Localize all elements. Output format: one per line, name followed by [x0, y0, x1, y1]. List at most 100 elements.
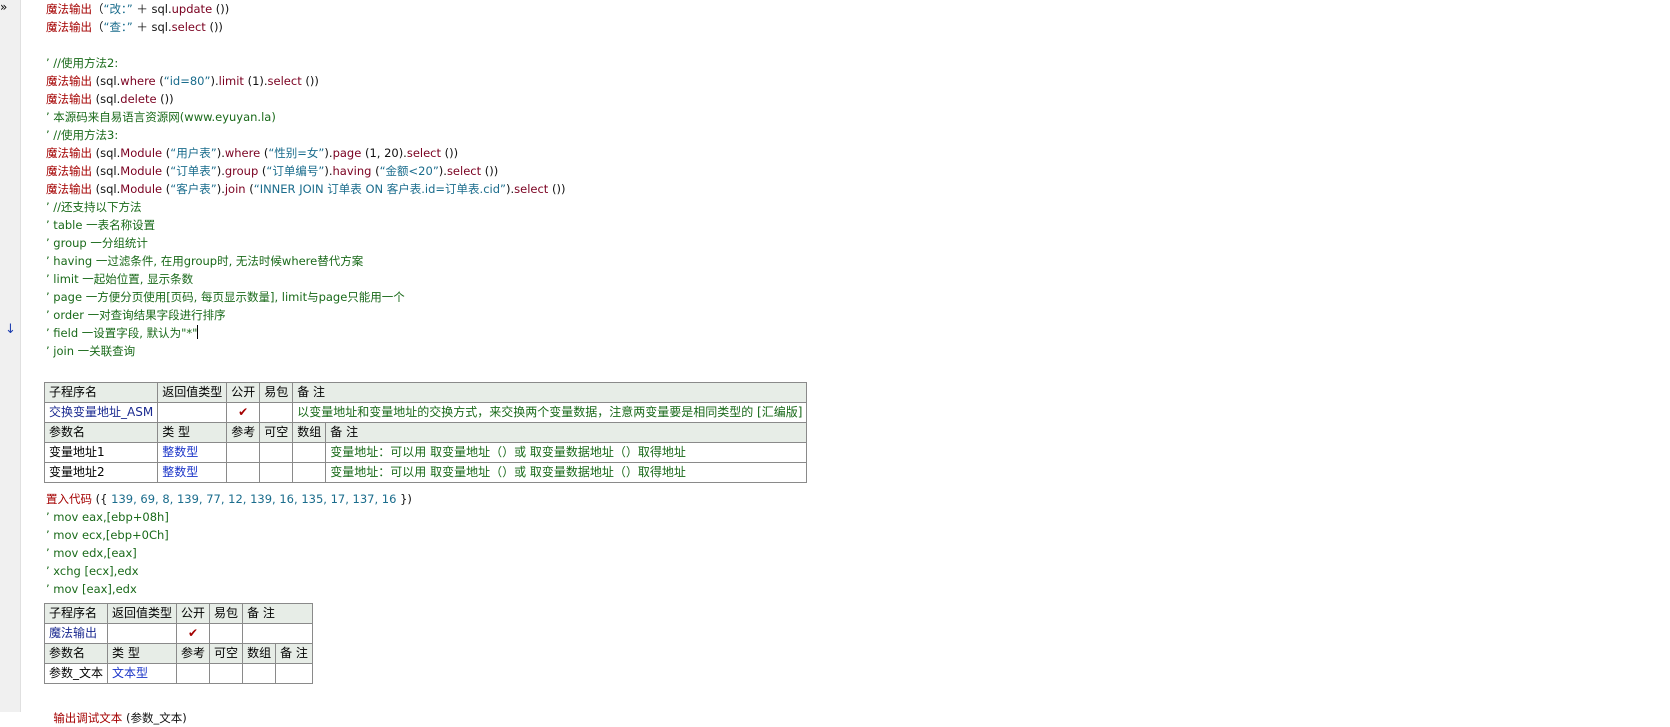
col-param-remark: 备 注 [275, 643, 313, 664]
code-line[interactable]: ’ table 一表名称设置 [46, 216, 1646, 234]
param-name[interactable]: 变量地址1 [43, 442, 159, 463]
remark-cell[interactable]: 以变量地址和变量地址的交换方式，来交换两个变量数据，注意两变量要是相同类型的 [… [292, 402, 808, 423]
checkmark-icon[interactable]: ✔ [226, 402, 261, 423]
code-line[interactable]: ’ 本源码来自易语言资源网(www.eyuyan.la) [46, 108, 1646, 126]
return-type-cell[interactable] [107, 623, 178, 644]
code-token: limit [218, 74, 244, 88]
col-param-type: 类 型 [107, 643, 178, 664]
subroutine-name[interactable]: 交换变量地址_ASM [43, 402, 159, 423]
code-line[interactable]: 魔法输出（“查：” ＋ sql.select ()) [46, 18, 1646, 36]
col-param-name: 参数名 [43, 422, 159, 443]
param-ref[interactable] [176, 663, 211, 684]
code-editor-top[interactable]: 魔法输出（“改：” ＋ sql.update ()) 魔法输出（“查：” ＋ sq… [46, 0, 1646, 360]
code-line[interactable]: 魔法输出 (sql.where (“id=80”).limit (1).sele… [46, 72, 1646, 90]
col-public: 公开 [226, 382, 261, 403]
code-token: ’ //还支持以下方法 [46, 200, 142, 214]
code-token: select [446, 164, 482, 178]
param-type[interactable]: 整数型 [157, 442, 228, 463]
param-type[interactable]: 文本型 [107, 663, 178, 684]
code-token: “id=80” [163, 74, 211, 88]
code-line[interactable]: ’ //还支持以下方法 [46, 198, 1646, 216]
code-token: ()) [441, 146, 459, 160]
code-line[interactable]: 魔法输出 (sql.Module (“用户表”).where (“性别=女”).… [46, 144, 1646, 162]
code-line[interactable]: ’ page 一方便分页使用[页码, 每页显示数量], limit与page只能… [46, 288, 1646, 306]
code-line[interactable]: ’ field 一设置字段, 默认为"*" [46, 324, 1646, 342]
down-arrow-icon: ↓ [5, 322, 16, 337]
code-token: ’ group 一分组统计 [46, 236, 148, 250]
param-array[interactable] [292, 462, 327, 483]
code-line-debug-output[interactable]: 输出调试文本 (参数_文本) [46, 691, 186, 725]
code-token: ’ //使用方法3: [46, 128, 119, 142]
code-editor-asm[interactable]: 置入代码 ({ 139, 69, 8, 139, 77, 12, 139, 16… [46, 490, 412, 598]
param-array[interactable] [242, 663, 277, 684]
editor-gutter[interactable]: ↓ [0, 0, 21, 712]
code-token: update [171, 2, 213, 16]
code-token: (sql. [92, 74, 121, 88]
code-line[interactable]: 置入代码 ({ 139, 69, 8, 139, 77, 12, 139, 16… [46, 490, 412, 508]
param-remark[interactable]: 变量地址：可以用 取变量地址（）或 取变量数据地址（）取得地址 [325, 442, 808, 463]
pkg-cell[interactable] [209, 623, 244, 644]
table-row[interactable]: 变量地址1 整数型 变量地址：可以用 取变量地址（）或 取变量数据地址（）取得地… [43, 442, 808, 463]
remark-cell[interactable] [242, 623, 313, 644]
code-token: select [171, 20, 206, 34]
code-token: “性别=女” [268, 146, 325, 160]
pkg-cell[interactable] [259, 402, 294, 423]
return-type-cell[interactable] [157, 402, 228, 423]
param-type[interactable]: 整数型 [157, 462, 228, 483]
code-token: ’ having 一过滤条件, 在用group时, 无法时候where替代方案 [46, 254, 364, 268]
param-name[interactable]: 参数_文本 [43, 663, 109, 684]
code-token: Module [120, 182, 163, 196]
code-token: ()) [205, 20, 223, 34]
code-token: “订单编号” [266, 164, 325, 178]
col-param-type: 类 型 [157, 422, 228, 443]
col-param-name: 参数名 [43, 643, 109, 664]
param-array[interactable] [292, 442, 327, 463]
col-sub-name: 子程序名 [43, 603, 109, 624]
param-remark[interactable] [275, 663, 313, 684]
col-pkg: 易包 [259, 382, 294, 403]
param-remark[interactable]: 变量地址：可以用 取变量地址（）或 取变量数据地址（）取得地址 [325, 462, 808, 483]
code-line[interactable]: ’ limit 一起始位置, 显示条数 [46, 270, 1646, 288]
code-line[interactable]: 魔法输出（“改：” ＋ sql.update ()) [46, 0, 1646, 18]
param-name[interactable]: 变量地址2 [43, 462, 159, 483]
code-token: where [224, 146, 261, 160]
code-token: ’ field 一设置字段, 默认为"*" [46, 326, 198, 340]
code-token: ()) [481, 164, 499, 178]
code-line[interactable]: ’ having 一过滤条件, 在用group时, 无法时候where替代方案 [46, 252, 1646, 270]
param-nullable[interactable] [209, 663, 244, 684]
code-token: ( [155, 74, 164, 88]
param-nullable[interactable] [259, 462, 294, 483]
command-name: 输出调试文本 [53, 711, 123, 725]
table-header-row: 子程序名 返回值类型 公开 易包 备 注 [43, 382, 808, 403]
code-line[interactable]: ’ join 一关联查询 [46, 342, 1646, 360]
code-line[interactable]: 魔法输出 (sql.Module (“订单表”).group (“订单编号”).… [46, 162, 1646, 180]
col-return-type: 返回值类型 [157, 382, 228, 403]
param-ref[interactable] [226, 462, 261, 483]
table-row[interactable]: 交换变量地址_ASM ✔ 以变量地址和变量地址的交换方式，来交换两个变量数据，注… [43, 402, 808, 423]
code-line[interactable]: ’ group 一分组统计 [46, 234, 1646, 252]
code-token: join [224, 182, 246, 196]
code-line[interactable]: ’ mov [eax],edx [46, 580, 412, 598]
table-row[interactable]: 参数_文本 文本型 [43, 663, 313, 684]
code-line[interactable]: 魔法输出 (sql.Module (“客户表”).join (“INNER JO… [46, 180, 1646, 198]
code-line[interactable]: ’ mov edx,[eax] [46, 544, 412, 562]
code-token: ). [505, 182, 515, 196]
code-token: (1, 20). [361, 146, 407, 160]
code-line[interactable]: ’ xchg [ecx],edx [46, 562, 412, 580]
code-token: (sql. [92, 164, 121, 178]
table-row[interactable]: 变量地址2 整数型 变量地址：可以用 取变量地址（）或 取变量数据地址（）取得地… [43, 462, 808, 483]
table-row[interactable]: 魔法输出 ✔ [43, 623, 313, 644]
code-line[interactable]: 魔法输出 (sql.delete ()) [46, 90, 1646, 108]
checkmark-icon[interactable]: ✔ [176, 623, 211, 644]
code-token: 魔法输出 [46, 182, 92, 196]
code-line[interactable] [46, 36, 1646, 54]
code-line[interactable]: ’ mov ecx,[ebp+0Ch] [46, 526, 412, 544]
code-line[interactable]: ’ order 一对查询结果字段进行排序 [46, 306, 1646, 324]
code-line[interactable]: ’ //使用方法2: [46, 54, 1646, 72]
code-line[interactable]: ’ mov eax,[ebp+08h] [46, 508, 412, 526]
param-ref[interactable] [226, 442, 261, 463]
code-line[interactable]: ’ //使用方法3: [46, 126, 1646, 144]
subroutine-name[interactable]: 魔法输出 [43, 623, 109, 644]
code-token: ’ 本源码来自易语言资源网(www.eyuyan.la) [46, 110, 276, 124]
param-nullable[interactable] [259, 442, 294, 463]
